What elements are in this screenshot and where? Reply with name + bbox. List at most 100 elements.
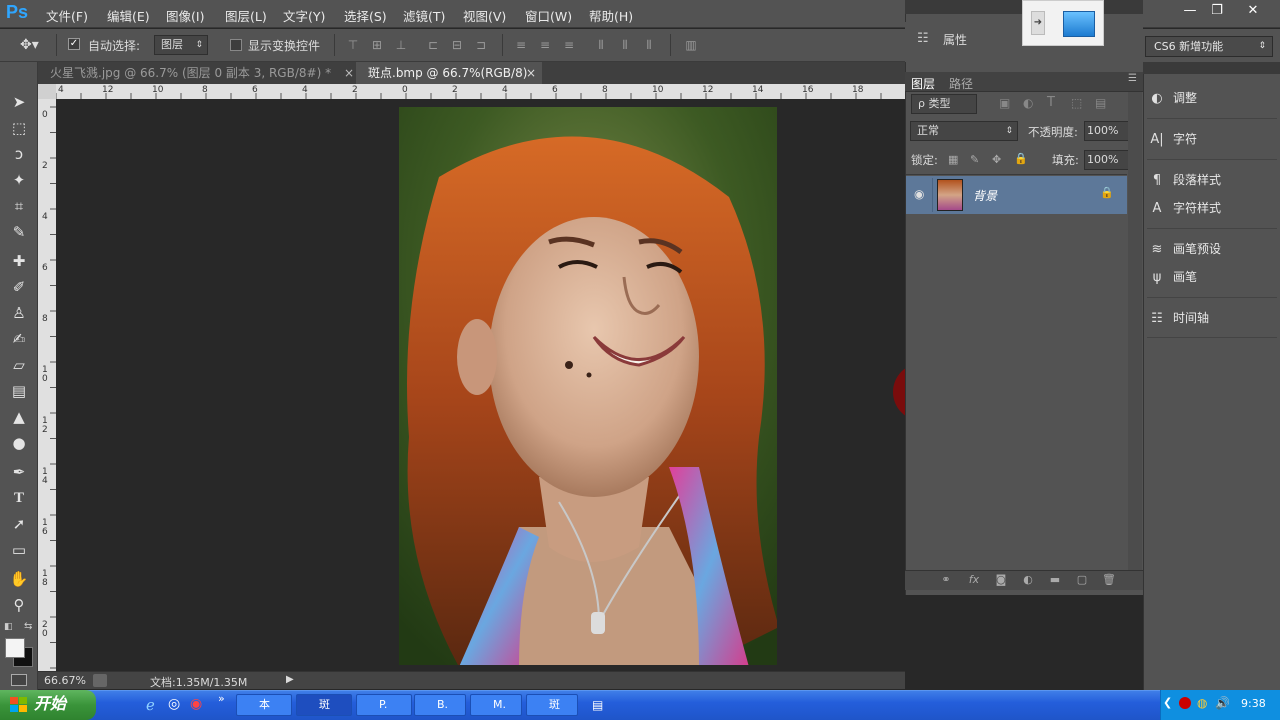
menu-view[interactable]: 视图(V) — [463, 6, 506, 25]
crop-tool-icon[interactable]: ⌗ — [8, 195, 30, 217]
foreground-color-swatch[interactable] — [5, 638, 25, 658]
panel-character-styles[interactable]: A 字符样式 — [1147, 196, 1221, 220]
layer-thumbnail[interactable] — [937, 179, 963, 211]
keyboard-icon[interactable]: ▤ — [592, 698, 603, 712]
swap-colors-icon[interactable]: ⇆ — [24, 621, 32, 632]
menu-layer[interactable]: 图层(L) — [225, 6, 267, 25]
arrow-right-icon[interactable]: ➜ — [1031, 11, 1045, 35]
hand-tool-icon[interactable]: ✋ — [8, 568, 30, 590]
menu-edit[interactable]: 编辑(E) — [107, 6, 150, 25]
panel-character[interactable]: A| 字符 — [1147, 127, 1197, 151]
horizontal-ruler[interactable]: 4 12 10 8 6 4 2 0 2 4 6 8 10 12 14 16 18 — [56, 84, 905, 99]
status-menu-icon[interactable] — [93, 674, 107, 687]
brush-tool-icon[interactable]: ✐ — [8, 276, 30, 298]
layer-row-background[interactable]: ◉ 背景 🔒 — [906, 176, 1127, 214]
link-layers-icon[interactable]: ⚭ — [938, 572, 954, 588]
ie-icon[interactable]: ℯ — [146, 696, 155, 714]
panel-timeline[interactable]: ☷ 时间轴 — [1147, 306, 1209, 330]
new-layer-icon[interactable]: ▢ — [1074, 572, 1090, 588]
distribute-bottom-icon[interactable]: ≡ — [562, 38, 576, 52]
lock-transparent-icon[interactable]: ▦ — [948, 153, 958, 166]
lock-all-icon[interactable]: 🔒 — [1014, 152, 1028, 165]
add-mask-icon[interactable]: ◙ — [993, 572, 1009, 588]
clone-stamp-tool-icon[interactable]: ♙ — [8, 302, 30, 324]
menu-image[interactable]: 图像(I) — [166, 6, 204, 25]
auto-select-target-dropdown[interactable]: 图层 ⇕ — [154, 35, 208, 55]
distribute-hcenter-icon[interactable]: ⫴ — [618, 38, 632, 52]
blend-mode-dropdown[interactable]: 正常 ⇕ — [910, 121, 1018, 141]
new-group-icon[interactable]: ▬ — [1047, 572, 1063, 588]
dodge-tool-icon[interactable]: ● — [8, 432, 30, 454]
path-selection-tool-icon[interactable]: ➚ — [8, 513, 30, 535]
more-quicklaunch-icon[interactable]: » — [218, 692, 225, 705]
lock-position-icon[interactable]: ✥ — [992, 153, 1001, 166]
move-tool-icon[interactable]: ➤ — [8, 91, 30, 113]
filter-pixel-icon[interactable]: ▣ — [999, 96, 1010, 110]
properties-icon[interactable]: ☷ — [917, 31, 929, 46]
tray-expand-icon[interactable]: ❮ — [1163, 696, 1172, 709]
healing-brush-tool-icon[interactable]: ✚ — [8, 250, 30, 272]
rectangle-tool-icon[interactable]: ▭ — [8, 539, 30, 561]
workspace-dropdown[interactable]: CS6 新增功能 ⇕ — [1145, 36, 1273, 57]
layer-style-icon[interactable]: fx — [966, 572, 982, 588]
menu-window[interactable]: 窗口(W) — [525, 6, 572, 25]
quicklaunch-icon[interactable]: ◎ — [168, 696, 180, 712]
distribute-right-icon[interactable]: ⫴ — [642, 38, 656, 52]
close-tab-icon[interactable]: × — [344, 62, 354, 84]
filter-smart-object-icon[interactable]: ▤ — [1095, 96, 1106, 110]
align-right-icon[interactable]: ⊐ — [474, 38, 488, 52]
menu-type[interactable]: 文字(Y) — [283, 6, 325, 25]
magic-wand-tool-icon[interactable]: ✦ — [8, 169, 30, 191]
tab-document-2[interactable]: 斑点.bmp @ 66.7%(RGB/8) × — [356, 62, 542, 84]
taskbar-item-4[interactable]: B. — [414, 694, 466, 716]
vertical-ruler[interactable]: 0 2 4 6 8 1 0 1 2 1 4 1 6 1 8 2 0 — [38, 99, 56, 671]
filter-shape-icon[interactable]: ⬚ — [1071, 96, 1082, 110]
tab-paths[interactable]: 路径 — [949, 75, 973, 92]
tray-app-icon[interactable]: ◍ — [1197, 696, 1207, 710]
quick-mask-icon[interactable] — [11, 674, 27, 686]
move-tool-preset-icon[interactable]: ✥▾ — [20, 37, 39, 53]
close-tab-icon[interactable]: × — [526, 62, 536, 84]
zoom-level[interactable]: 66.67% — [44, 674, 86, 687]
align-bottom-icon[interactable]: ⊥ — [394, 38, 408, 52]
lasso-tool-icon[interactable]: ↄ — [8, 143, 30, 165]
eyedropper-tool-icon[interactable]: ✎ — [8, 221, 30, 243]
new-adjustment-layer-icon[interactable]: ◐ — [1020, 572, 1036, 588]
layer-name[interactable]: 背景 — [973, 187, 997, 204]
tray-volume-icon[interactable]: 🔊 — [1215, 696, 1230, 710]
panel-paragraph-styles[interactable]: ¶ 段落样式 — [1147, 168, 1221, 192]
layer-filter-dropdown[interactable]: ρ 类型 — [911, 94, 977, 114]
align-left-icon[interactable]: ⊏ — [426, 38, 440, 52]
panel-adjustments[interactable]: ◐ 调整 — [1147, 86, 1197, 110]
tab-document-1[interactable]: 火星飞溅.jpg @ 66.7% (图层 0 副本 3, RGB/8#) * × — [38, 62, 356, 84]
distribute-vcenter-icon[interactable]: ≡ — [538, 38, 552, 52]
properties-label[interactable]: 属性 — [943, 31, 967, 48]
document-image[interactable] — [399, 107, 777, 665]
eraser-tool-icon[interactable]: ▱ — [8, 354, 30, 376]
panel-drag-bar[interactable] — [1143, 62, 1280, 74]
menu-filter[interactable]: 滤镜(T) — [403, 6, 445, 25]
close-button[interactable]: ✕ — [1240, 2, 1266, 20]
taskbar-item-1[interactable]: 本 — [236, 694, 292, 716]
history-brush-tool-icon[interactable]: ✍ — [8, 328, 30, 350]
taskbar-item-3[interactable]: P. — [356, 694, 412, 716]
panel-brush-presets[interactable]: ≋ 画笔预设 — [1147, 237, 1221, 261]
clock[interactable]: 9:38 — [1241, 697, 1266, 710]
delete-layer-icon[interactable]: 🗑 — [1101, 572, 1117, 588]
taskbar-item-6[interactable]: 斑 — [526, 694, 578, 716]
align-vcenter-icon[interactable]: ⊞ — [370, 38, 384, 52]
align-top-icon[interactable]: ⊤ — [346, 38, 360, 52]
ruler-origin[interactable] — [38, 84, 56, 99]
gradient-tool-icon[interactable]: ▤ — [8, 380, 30, 402]
visibility-eye-icon[interactable]: ◉ — [914, 187, 924, 201]
monitor-icon[interactable] — [1063, 11, 1095, 37]
align-hcenter-icon[interactable]: ⊟ — [450, 38, 464, 52]
distribute-left-icon[interactable]: ⫴ — [594, 38, 608, 52]
distribute-top-icon[interactable]: ≡ — [514, 38, 528, 52]
layers-scrollbar[interactable] — [1128, 92, 1142, 570]
auto-select-checkbox[interactable]: ✓ — [68, 38, 80, 50]
tab-layers[interactable]: 图层 — [911, 75, 935, 92]
show-transform-checkbox[interactable] — [230, 39, 242, 51]
restore-button[interactable]: ❐ — [1204, 2, 1230, 20]
layers-list-empty[interactable] — [906, 215, 1127, 570]
